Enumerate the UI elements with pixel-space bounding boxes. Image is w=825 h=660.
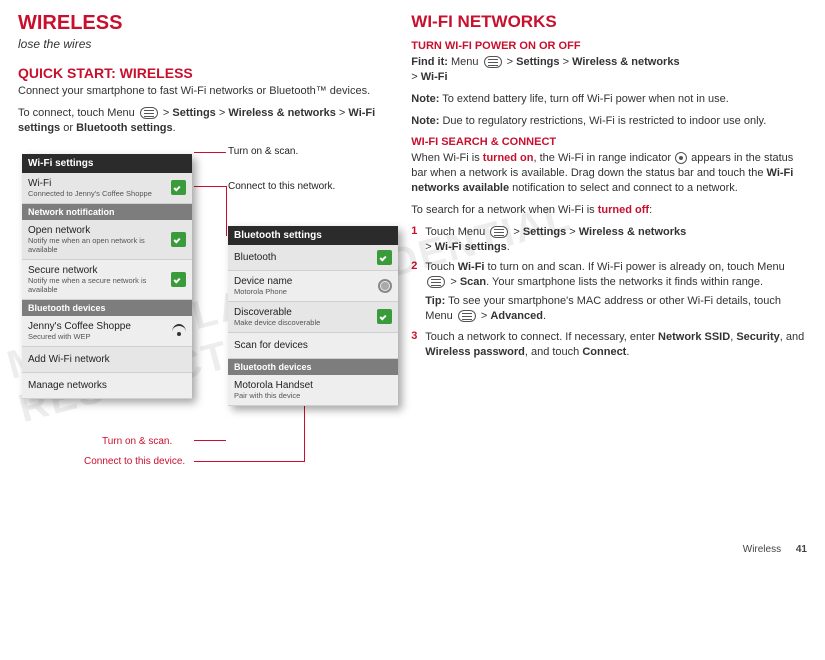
connect-instruction: To connect, touch Menu > Settings > Wire… bbox=[18, 106, 383, 136]
footer-page-number: 41 bbox=[796, 544, 807, 555]
page-title: WIRELESS bbox=[18, 12, 383, 35]
note-battery: Note: To extend battery life, turn off W… bbox=[411, 92, 807, 107]
callout-connect-device: Connect to this device. bbox=[84, 456, 185, 467]
wifi-range-icon bbox=[675, 152, 687, 164]
menu-icon bbox=[484, 56, 502, 68]
network-notification-section: Network notification bbox=[22, 204, 192, 220]
bt-devices-section: Bluetooth devices bbox=[22, 300, 192, 316]
turned-off-paragraph: To search for a network when Wi-Fi is tu… bbox=[411, 203, 807, 218]
wifi-signal-icon bbox=[172, 324, 186, 338]
search-connect-heading: WI-FI SEARCH & CONNECT bbox=[411, 136, 807, 148]
quick-start-heading: QUICK START: WIRELESS bbox=[18, 65, 383, 81]
checkbox-icon bbox=[377, 250, 392, 265]
scan-devices-row[interactable]: Scan for devices bbox=[228, 333, 398, 359]
bt-devices-section-2: Bluetooth devices bbox=[228, 359, 398, 375]
menu-icon bbox=[427, 276, 445, 288]
motorola-handset-row[interactable]: Motorola HandsetPair with this device bbox=[228, 375, 398, 406]
step-1: 1 Touch Menu > Settings > Wireless & net… bbox=[411, 225, 807, 255]
wifi-toggle-row[interactable]: Wi-Fi Connected to Jenny's Coffee Shoppe bbox=[22, 173, 192, 204]
checkbox-icon bbox=[377, 309, 392, 324]
step-2: 2 Touch Wi-Fi to turn on and scan. If Wi… bbox=[411, 260, 807, 323]
jennys-network-row[interactable]: Jenny's Coffee ShoppeSecured with WEP bbox=[22, 316, 192, 347]
secure-network-row[interactable]: Secure networkNotify me when a secure ne… bbox=[22, 260, 192, 300]
turn-wifi-heading: TURN WI-FI POWER ON OR OFF bbox=[411, 40, 807, 52]
wifi-settings-screenshot: Wi-Fi settings Wi-Fi Connected to Jenny'… bbox=[22, 154, 192, 399]
callout-turn-scan-bottom: Turn on & scan. bbox=[102, 436, 172, 447]
page-subtitle: lose the wires bbox=[18, 37, 383, 51]
checkbox-icon bbox=[171, 232, 186, 247]
menu-icon bbox=[140, 107, 158, 119]
checkbox-icon bbox=[171, 180, 186, 195]
discoverable-row[interactable]: DiscoverableMake device discoverable bbox=[228, 302, 398, 333]
wifi-networks-heading: WI-FI NETWORKS bbox=[411, 12, 807, 32]
turned-on-paragraph: When Wi-Fi is turned on, the Wi-Fi in ra… bbox=[411, 151, 807, 196]
manage-networks-row[interactable]: Manage networks bbox=[22, 373, 192, 399]
note-indoor: Note: Due to regulatory restrictions, Wi… bbox=[411, 114, 807, 129]
checkbox-icon bbox=[171, 272, 186, 287]
bluetooth-toggle-row[interactable]: Bluetooth bbox=[228, 245, 398, 271]
device-name-row[interactable]: Device nameMotorola Phone bbox=[228, 271, 398, 302]
step-3: 3 Touch a network to connect. If necessa… bbox=[411, 330, 807, 360]
callout-turn-scan-top: Turn on & scan. bbox=[228, 146, 298, 157]
radio-icon bbox=[378, 279, 392, 293]
menu-icon bbox=[490, 226, 508, 238]
open-network-row[interactable]: Open networkNotify me when an open netwo… bbox=[22, 220, 192, 260]
menu-icon bbox=[458, 310, 476, 322]
add-wifi-row[interactable]: Add Wi-Fi network bbox=[22, 347, 192, 373]
callout-connect-network: Connect to this network. bbox=[228, 181, 335, 192]
intro-paragraph: Connect your smartphone to fast Wi-Fi ne… bbox=[18, 84, 383, 99]
bluetooth-settings-screenshot: Bluetooth settings Bluetooth Device name… bbox=[228, 226, 398, 406]
page-footer: Wireless 41 bbox=[743, 544, 807, 555]
bt-settings-header: Bluetooth settings bbox=[228, 226, 398, 245]
footer-section: Wireless bbox=[743, 544, 781, 555]
find-it-line: Find it: Menu > Settings > Wireless & ne… bbox=[411, 55, 807, 85]
wifi-settings-header: Wi-Fi settings bbox=[22, 154, 192, 173]
